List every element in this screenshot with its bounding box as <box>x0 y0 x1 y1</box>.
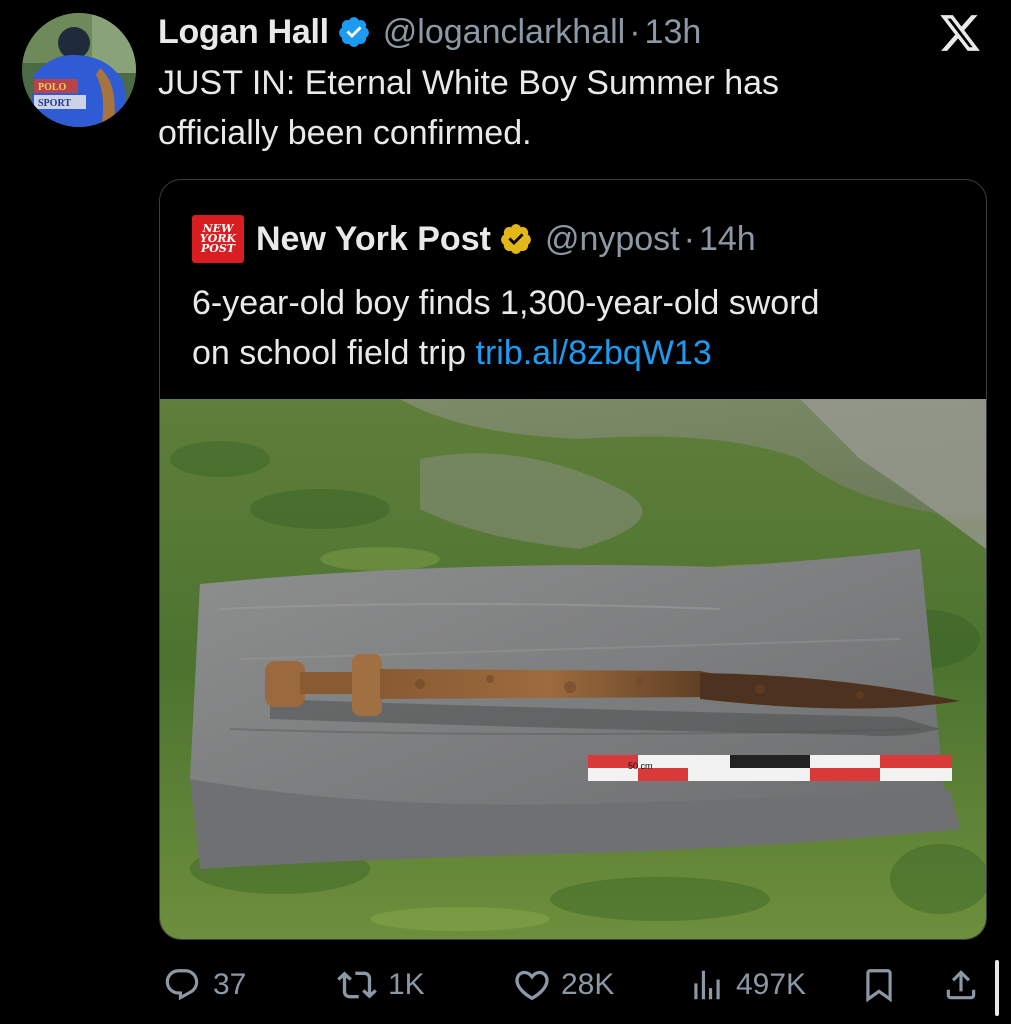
svg-text:SPORT: SPORT <box>38 98 71 109</box>
quoted-text-line: on school field trip trib.al/8zbqW13 <box>192 328 972 378</box>
like-icon <box>515 970 549 1001</box>
views-count: 497K <box>736 968 807 1001</box>
author-handle[interactable]: @loganclarkhall <box>383 13 625 52</box>
sword-photo[interactable]: 50 cm <box>160 399 986 939</box>
views-button[interactable]: 497K <box>688 955 806 1015</box>
verified-badge-icon <box>338 17 369 47</box>
svg-text:POLO: POLO <box>38 82 67 93</box>
bookmark-icon <box>866 969 892 1003</box>
reply-button[interactable]: 37 <box>163 955 246 1015</box>
quoted-tweet-text: 6-year-old boy finds 1,300-year-old swor… <box>192 278 972 378</box>
repost-icon <box>337 971 377 999</box>
repost-count: 1K <box>388 968 425 1001</box>
views-icon <box>694 970 720 1000</box>
reply-count: 37 <box>213 968 247 1001</box>
tweet-text-line: JUST IN: Eternal White Boy Summer has <box>158 64 780 102</box>
quoted-text-line: 6-year-old boy finds 1,300-year-old swor… <box>192 284 820 322</box>
logo-line: POST <box>201 242 235 255</box>
separator-dot: · <box>683 219 695 258</box>
gold-verified-badge-icon <box>501 224 531 254</box>
like-button[interactable]: 28K <box>511 955 614 1015</box>
quoted-tweet[interactable]: NEW YORK POST New York Post @nypost · 14… <box>159 179 987 940</box>
quoted-tweet-header: NEW YORK POST New York Post @nypost · 14… <box>192 215 756 263</box>
author-name[interactable]: Logan Hall <box>158 13 329 52</box>
quoted-text-prefix: on school field trip <box>192 334 476 372</box>
reply-icon <box>165 969 199 1001</box>
tweet-text-line: officially been confirmed. <box>158 114 532 152</box>
tweet-header: Logan Hall @loganclarkhall · 13h <box>158 10 701 54</box>
quoted-author-name[interactable]: New York Post <box>256 220 491 259</box>
repost-button[interactable]: 1K <box>332 955 425 1015</box>
bookmark-button[interactable] <box>860 955 898 1015</box>
like-count: 28K <box>561 968 615 1001</box>
nypost-logo[interactable]: NEW YORK POST <box>192 215 244 263</box>
quoted-tweet-time[interactable]: 14h <box>699 220 756 259</box>
share-icon <box>946 970 976 1000</box>
svg-text:50 cm: 50 cm <box>628 761 653 771</box>
scrollbar[interactable] <box>995 960 999 1016</box>
avatar[interactable]: POLO SPORT <box>22 13 136 127</box>
tweet-text: JUST IN: Eternal White Boy Summer has of… <box>158 58 938 158</box>
action-bar: 37 1K 28K 497K <box>0 955 1011 1015</box>
quoted-author-handle[interactable]: @nypost <box>545 220 680 259</box>
share-button[interactable] <box>942 955 980 1015</box>
article-link[interactable]: trib.al/8zbqW13 <box>476 334 712 372</box>
scale-bar: 50 cm <box>588 755 952 781</box>
tweet-time[interactable]: 13h <box>645 13 702 52</box>
x-logo-icon[interactable] <box>937 11 983 55</box>
separator-dot: · <box>629 12 641 51</box>
